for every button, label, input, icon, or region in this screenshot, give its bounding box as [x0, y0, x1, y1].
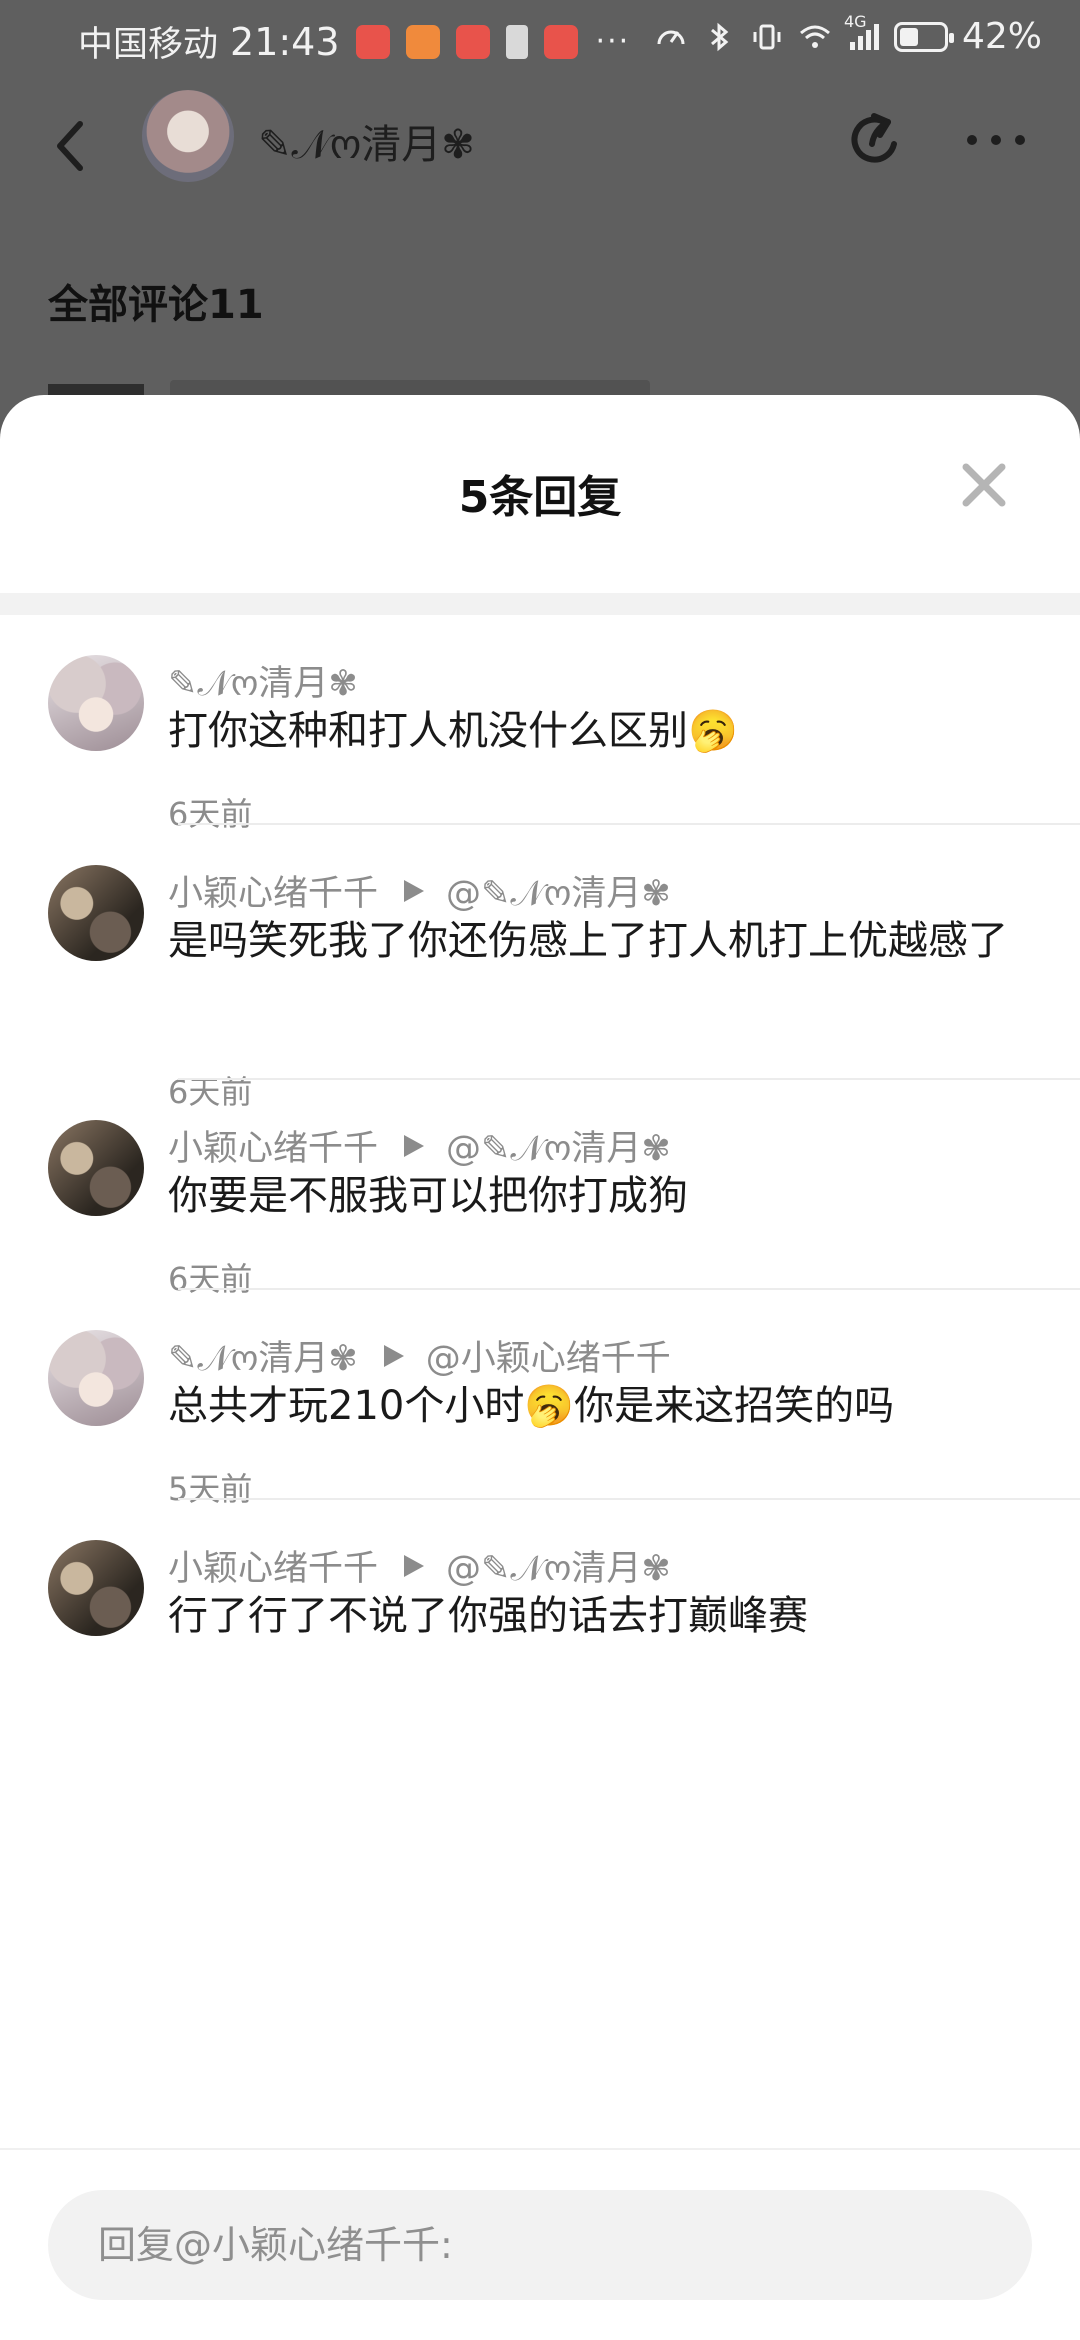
share-icon[interactable] [844, 108, 908, 172]
back-arrow-icon[interactable] [46, 116, 96, 176]
clock: 21:43 [230, 19, 340, 64]
bluetooth-icon [711, 22, 729, 51]
carrier-label: 中国移动 [78, 25, 219, 65]
network-type-label: 4G [843, 11, 867, 31]
battery-percent: 42% [961, 16, 1042, 57]
notification-app-icon [543, 24, 578, 59]
sheet-header: 5条回复 [0, 395, 1080, 593]
replies-sheet: 5条回复 ✎𝒩ო清月✾ 打你这种和打人机没什么区别🥱 6天前 小颖心绪千千 @✎𝒩ო清月… [0, 395, 1080, 2340]
more-notifications-label: ··· [595, 24, 631, 59]
reply-timestamp: 5天前 [168, 1470, 253, 1508]
reply-text: 打你这种和打人机没什么区别🥱 [168, 708, 738, 754]
battery-fill [899, 27, 918, 46]
reply-timestamp: 6天前 [168, 1073, 253, 1111]
battery-alert-icon [505, 24, 528, 59]
reply-timestamp: 6天前 [168, 1260, 253, 1298]
speed-icon [657, 30, 685, 44]
reply-to-arrow-icon [404, 1554, 425, 1577]
section-divider [0, 593, 1080, 615]
notification-app-icon [455, 24, 490, 59]
reply-divider [178, 1078, 1080, 1080]
reply-to-arrow-icon [404, 1134, 425, 1157]
reply-text: 是吗笑死我了你还伤感上了打人机打上优越感了 [168, 918, 1008, 964]
notification-app-icon [355, 24, 390, 59]
notification-app-icon [405, 24, 440, 59]
close-icon[interactable] [960, 461, 1008, 509]
reply-avatar[interactable] [48, 865, 144, 961]
reply-divider [178, 1288, 1080, 1290]
all-comments-heading: 全部评论11 [48, 282, 264, 328]
battery-icon [893, 21, 954, 52]
reply-input[interactable] [48, 2190, 1032, 2300]
wifi-icon [800, 25, 830, 48]
reply-to-arrow-icon [383, 1344, 404, 1367]
reply-text: 行了行了不说了你强的话去打巅峰赛 [168, 1593, 808, 1639]
reply-avatar[interactable] [48, 655, 144, 751]
sheet-title: 5条回复 [458, 472, 622, 523]
reply-to-arrow-icon [404, 879, 425, 902]
reply-text: 你要是不服我可以把你打成狗 [168, 1173, 688, 1219]
reply-input-bar [0, 2148, 1080, 2340]
status-bar: 中国移动 21:43 ··· 4G 42% [0, 0, 1080, 80]
reply-avatar[interactable] [48, 1120, 144, 1216]
reply-text: 总共才玩210个小时🥱你是来这招笑的吗 [168, 1383, 895, 1429]
reply-timestamp: 6天前 [168, 795, 253, 833]
reply-avatar[interactable] [48, 1330, 144, 1426]
username-label[interactable]: ✎𝒩ო清月✾ [258, 112, 475, 170]
reply-divider [178, 1498, 1080, 1500]
reply-avatar[interactable] [48, 1540, 144, 1636]
user-avatar[interactable] [142, 90, 234, 182]
more-options-icon[interactable] [964, 130, 1028, 150]
background-page: 中国移动 21:43 ··· 4G 42% ✎𝒩ო清月✾ 全部评论11 [0, 0, 1080, 424]
top-nav-bar: ✎𝒩ო清月✾ [0, 90, 1080, 200]
vibrate-icon [753, 24, 781, 49]
reply-divider [178, 823, 1080, 825]
